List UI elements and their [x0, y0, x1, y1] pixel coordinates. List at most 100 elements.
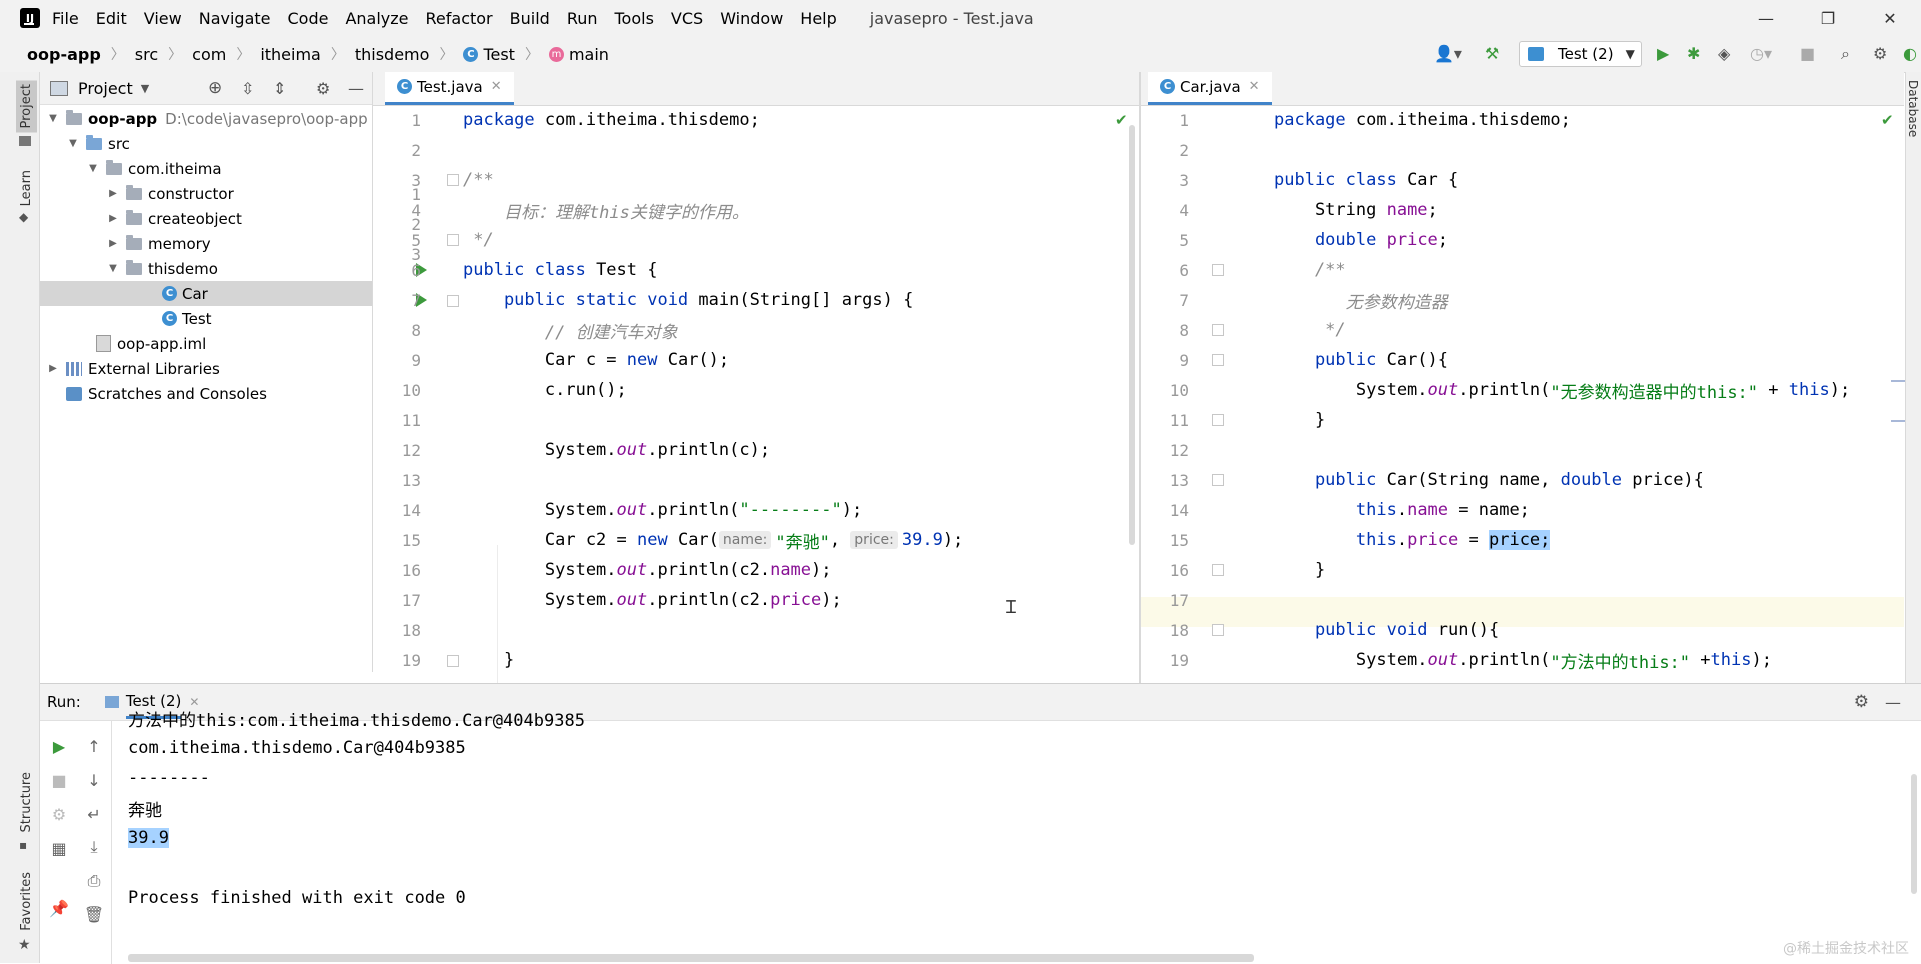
- tree-item-src[interactable]: ▼ src: [66, 131, 130, 156]
- settings-gear-icon[interactable]: ⚙: [1873, 44, 1887, 63]
- menu-window[interactable]: Window: [720, 9, 783, 28]
- coverage-icon[interactable]: ◈: [1718, 44, 1730, 63]
- restore-button[interactable]: ❐: [1797, 0, 1859, 36]
- debug-icon[interactable]: ✱: [1687, 44, 1700, 63]
- hide-panel-icon[interactable]: —: [348, 79, 364, 98]
- tree-item-iml[interactable]: oop-app.iml: [96, 331, 206, 356]
- tree-item-test[interactable]: C Test: [162, 306, 212, 331]
- collapse-all-icon[interactable]: ⇕: [273, 79, 286, 98]
- tree-item-constructor[interactable]: ▶ constructor: [106, 181, 234, 206]
- arrow-up-icon[interactable]: ↑: [83, 737, 105, 756]
- line-number: 9: [1179, 350, 1189, 370]
- breadcrumb-com[interactable]: com: [192, 45, 226, 64]
- tree-item-scratches[interactable]: Scratches and Consoles: [66, 381, 267, 406]
- code-line-14: 14 System. out .println("--------");: [373, 495, 862, 525]
- tab-test-java[interactable]: C Test.java ✕: [385, 72, 514, 105]
- menu-file[interactable]: File: [52, 9, 79, 28]
- layout-icon[interactable]: ▦: [48, 839, 70, 858]
- code-token: =: [1458, 530, 1489, 550]
- tree-label: com.itheima: [128, 159, 222, 178]
- structure-tool-tab[interactable]: Structure: [19, 772, 34, 832]
- menu-run[interactable]: Run: [567, 9, 598, 28]
- run-icon[interactable]: ▶: [1657, 44, 1669, 63]
- project-panel-title[interactable]: Project: [78, 79, 133, 98]
- code-token: );: [821, 590, 842, 610]
- editor-scrollbar[interactable]: [1129, 125, 1135, 545]
- trash-icon[interactable]: 🗑: [83, 905, 105, 924]
- stop-icon[interactable]: ■: [1800, 44, 1815, 63]
- no-problems-check-icon: ✔: [1881, 111, 1894, 129]
- menu-analyze[interactable]: Analyze: [345, 9, 408, 28]
- database-tool-tab[interactable]: Database: [1906, 80, 1920, 137]
- close-icon[interactable]: ✕: [491, 79, 502, 94]
- menu-tools[interactable]: Tools: [615, 9, 654, 28]
- menu-vcs[interactable]: VCS: [671, 9, 703, 28]
- code-line-3: 3 /**: [373, 165, 493, 195]
- code-token: System.: [463, 440, 617, 460]
- soft-wrap-icon[interactable]: ↵: [83, 805, 105, 824]
- menu-refactor[interactable]: Refactor: [426, 9, 493, 28]
- project-tool-tab[interactable]: Project: [16, 80, 37, 133]
- breadcrumb-thisdemo[interactable]: thisdemo: [355, 45, 430, 64]
- breadcrumb-project[interactable]: oop-app: [27, 45, 101, 64]
- tree-item-thisdemo[interactable]: ▼ thisdemo: [106, 256, 218, 281]
- print-icon[interactable]: ⎙: [83, 871, 105, 891]
- package-icon: [126, 209, 142, 225]
- tab-car-java[interactable]: C Car.java ✕: [1148, 72, 1272, 105]
- menu-navigate[interactable]: Navigate: [199, 9, 271, 28]
- gear-icon[interactable]: ⚙: [316, 79, 330, 98]
- tree-item-car[interactable]: C Car: [40, 281, 372, 306]
- tree-item-oop-app[interactable]: ▼ oop-app D:\code\javasepro\oop-app: [46, 106, 368, 131]
- profile-icon[interactable]: ◷▾: [1750, 44, 1772, 63]
- tree-item-com-itheima[interactable]: ▼ com.itheima: [86, 156, 222, 181]
- menu-help[interactable]: Help: [800, 9, 836, 28]
- rerun-icon[interactable]: ▶: [48, 737, 70, 756]
- menu-build[interactable]: Build: [510, 9, 550, 28]
- pin-icon[interactable]: 📌: [48, 899, 70, 918]
- run-configuration-select[interactable]: Test (2) ▼: [1519, 41, 1642, 67]
- chevron-down-icon[interactable]: ▼: [141, 82, 149, 95]
- tree-item-memory[interactable]: ▶ memory: [106, 231, 211, 256]
- favorites-tool-tab[interactable]: Favorites: [19, 872, 34, 931]
- car-java-code[interactable]: ✔ 1 package com.itheima.thisdemo; 2 3 publ…: [1141, 105, 1905, 682]
- console-horizontal-scrollbar[interactable]: [128, 954, 1254, 962]
- user-icon[interactable]: 👤▾: [1434, 44, 1462, 63]
- learn-tool-tab[interactable]: Learn: [19, 170, 34, 206]
- restore-layout-icon[interactable]: ⚙: [48, 805, 70, 824]
- line-number: 16: [401, 560, 421, 580]
- build-hammer-icon[interactable]: ⚒: [1485, 44, 1499, 63]
- expand-all-icon[interactable]: ⇳: [241, 79, 254, 98]
- code-token: com.itheima.thisdemo;: [534, 110, 760, 130]
- code-line-5: 5 double price;: [1141, 225, 1448, 255]
- settings-gear-icon[interactable]: ⚙: [1854, 692, 1869, 712]
- package-icon: [126, 184, 142, 200]
- console-output-line: com.itheima.thisdemo.Car@404b9385: [128, 738, 466, 758]
- minimize-button[interactable]: —: [1735, 0, 1797, 36]
- tree-item-createobject[interactable]: ▶ createobject: [106, 206, 242, 231]
- test-java-code[interactable]: ✔ 1 package com.itheima.thisdemo; 2 3/** …: [373, 105, 1139, 685]
- breadcrumb-test[interactable]: C Test: [463, 45, 515, 64]
- hide-panel-icon[interactable]: —: [1885, 693, 1901, 712]
- close-icon[interactable]: ✕: [1249, 79, 1260, 94]
- search-icon[interactable]: ⌕: [1841, 44, 1850, 64]
- locate-file-icon[interactable]: ⊕: [208, 78, 222, 98]
- code-token: );: [942, 530, 964, 550]
- breadcrumb-main[interactable]: m main: [548, 45, 609, 64]
- code-line-12: 12 System. out .println(c);: [373, 435, 770, 465]
- scroll-to-end-icon[interactable]: ⤓: [83, 837, 105, 857]
- code-token: out: [616, 560, 648, 580]
- intellij-logo-icon: IJ: [20, 8, 40, 28]
- menu-edit[interactable]: Edit: [96, 9, 127, 28]
- close-window-button[interactable]: ✕: [1859, 0, 1921, 36]
- breadcrumb-src[interactable]: src: [135, 45, 158, 64]
- arrow-down-icon[interactable]: ↓: [83, 771, 105, 790]
- stop-icon[interactable]: ■: [48, 771, 70, 790]
- class-icon: C: [162, 286, 177, 301]
- menu-code[interactable]: Code: [288, 9, 329, 28]
- breadcrumb-itheima[interactable]: itheima: [260, 45, 321, 64]
- console-vertical-scrollbar[interactable]: [1911, 774, 1917, 894]
- menu-view[interactable]: View: [144, 9, 182, 28]
- tree-item-external-libraries[interactable]: ▶ External Libraries: [46, 356, 220, 381]
- plugin-icon[interactable]: ◐: [1903, 44, 1917, 63]
- code-line-13: 13: [373, 465, 421, 495]
